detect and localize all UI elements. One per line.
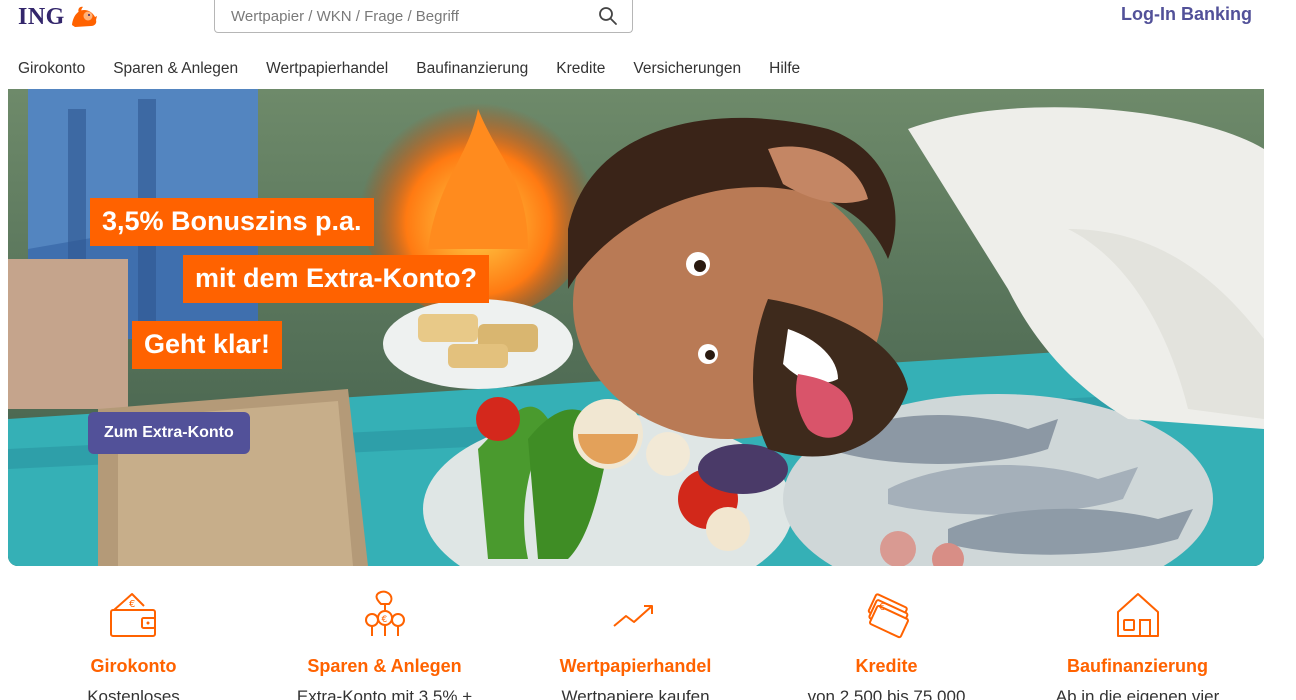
hero-banner[interactable]: 3,5% Bonuszins p.a. mit dem Extra-Konto?… bbox=[8, 89, 1264, 566]
tile-girokonto[interactable]: € Girokonto Kostenloses bbox=[8, 588, 259, 700]
nav-item-wertpapierhandel[interactable]: Wertpapierhandel bbox=[266, 60, 388, 78]
product-tiles: € Girokonto Kostenloses € Sparen & Anleg… bbox=[8, 588, 1264, 700]
tile-description: Ab in die eigenen vier bbox=[1055, 687, 1220, 700]
tile-title: Sparen & Anlegen bbox=[307, 656, 462, 676]
tile-kredite[interactable]: € Kredite von 2.500 bis 75.000 bbox=[761, 588, 1012, 700]
svg-text:€: € bbox=[381, 615, 387, 625]
tile-wertpapierhandel[interactable]: Wertpapierhandel Wertpapiere kaufen bbox=[510, 588, 761, 700]
logo-text: ING bbox=[18, 3, 65, 30]
house-icon bbox=[1116, 593, 1159, 637]
nav-item-versicherungen[interactable]: Versicherungen bbox=[633, 60, 741, 78]
nav-item-hilfe[interactable]: Hilfe bbox=[769, 60, 800, 78]
tile-baufinanzierung[interactable]: Baufinanzierung Ab in die eigenen vier bbox=[1012, 588, 1263, 700]
hero-headline-line-2: mit dem Extra-Konto? bbox=[183, 255, 490, 303]
search-box[interactable] bbox=[214, 0, 633, 33]
search-icon[interactable] bbox=[598, 6, 618, 26]
lion-icon bbox=[71, 6, 97, 27]
hero-headline-line-1: 3,5% Bonuszins p.a. bbox=[90, 198, 374, 246]
main-nav: Girokonto Sparen & Anlegen Wertpapierhan… bbox=[18, 60, 828, 78]
nav-item-girokonto[interactable]: Girokonto bbox=[18, 60, 85, 78]
search-input[interactable] bbox=[231, 7, 598, 25]
trend-up-icon bbox=[612, 605, 653, 627]
tile-title: Baufinanzierung bbox=[1066, 656, 1208, 676]
tile-title: Girokonto bbox=[90, 656, 177, 676]
money-plant-icon: € bbox=[364, 590, 405, 636]
wallet-icon: € bbox=[109, 593, 156, 637]
nav-item-kredite[interactable]: Kredite bbox=[556, 60, 605, 78]
banknotes-icon: € bbox=[867, 593, 909, 639]
tile-description: Wertpapiere kaufen bbox=[561, 687, 710, 700]
ing-logo[interactable]: ING bbox=[18, 0, 99, 34]
login-banking-link[interactable]: Log-In Banking bbox=[1121, 4, 1252, 25]
tile-sparen-anlegen[interactable]: € Sparen & Anlegen Extra-Konto mit 3,5% … bbox=[259, 588, 510, 700]
tile-title: Wertpapierhandel bbox=[559, 656, 712, 676]
extra-konto-button[interactable]: Zum Extra-Konto bbox=[88, 412, 250, 454]
tile-description: Kostenloses bbox=[87, 687, 180, 700]
tile-description: Extra-Konto mit 3,5% + bbox=[296, 687, 473, 700]
tile-description: von 2.500 bis 75.000 bbox=[807, 687, 966, 700]
svg-text:€: € bbox=[879, 602, 885, 613]
tile-title: Kredite bbox=[855, 656, 918, 676]
svg-text:€: € bbox=[129, 599, 135, 610]
hero-headline-line-3: Geht klar! bbox=[132, 321, 283, 369]
nav-item-baufinanzierung[interactable]: Baufinanzierung bbox=[416, 60, 528, 78]
nav-item-sparen-anlegen[interactable]: Sparen & Anlegen bbox=[113, 60, 238, 78]
